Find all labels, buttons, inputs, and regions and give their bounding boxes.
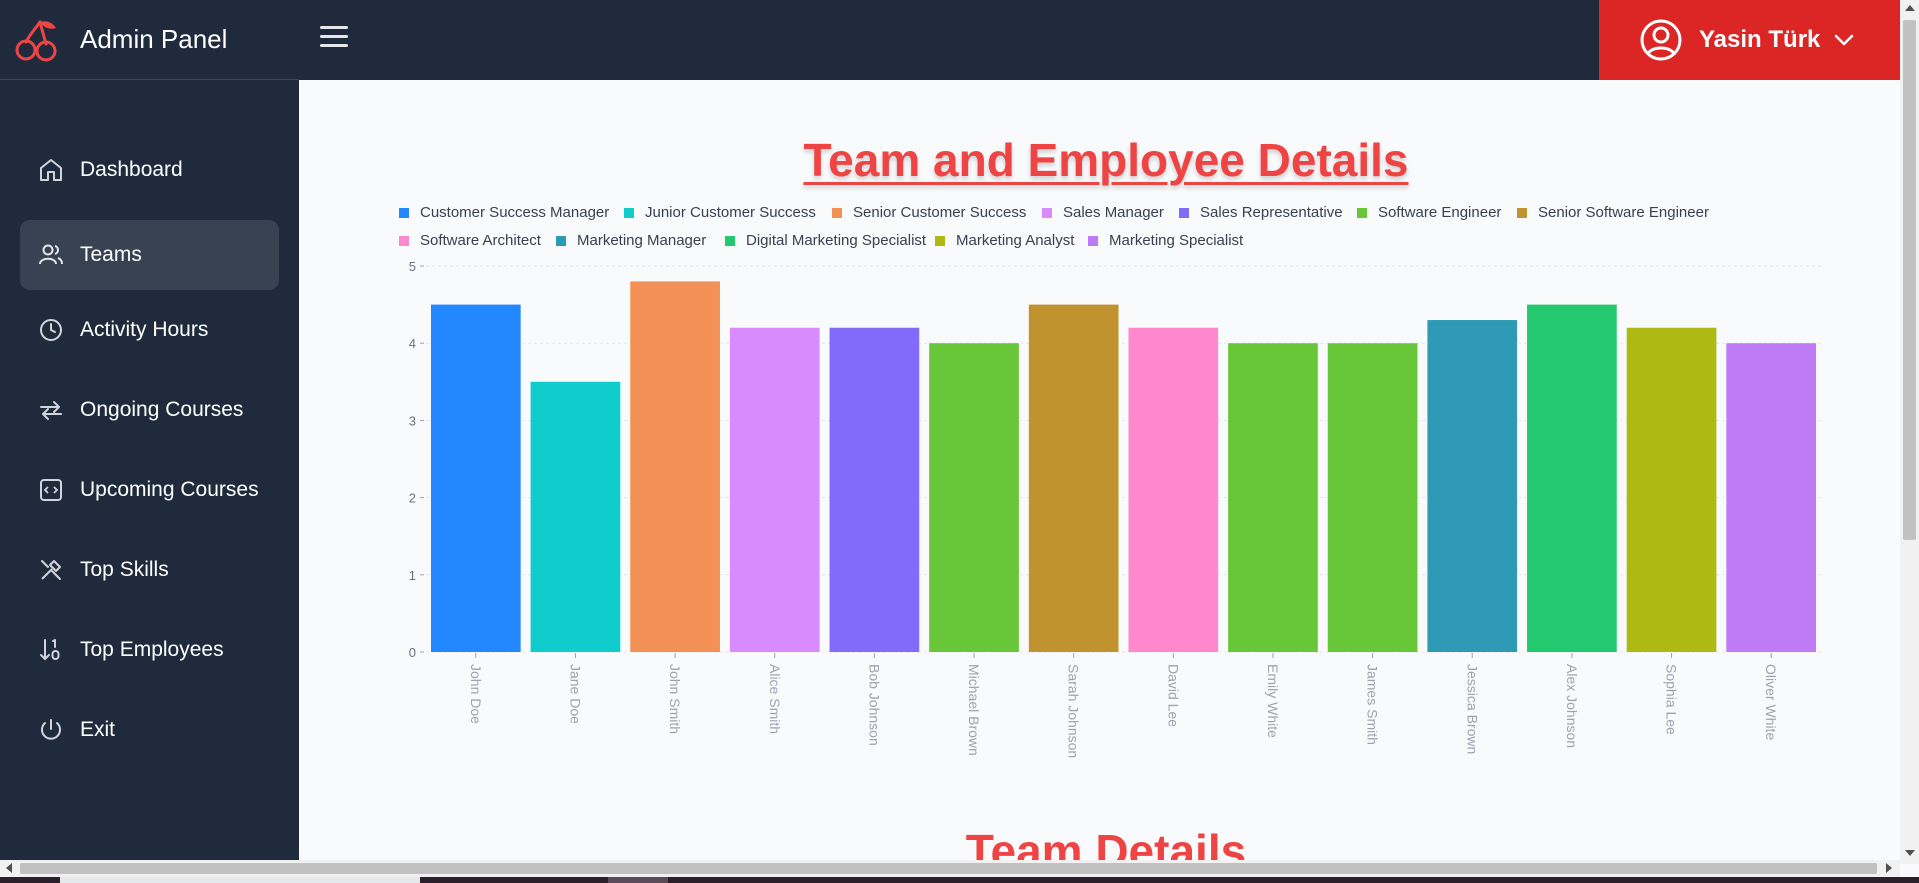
- x-tick-label: Jessica Brown: [1464, 664, 1480, 754]
- x-tick-label: Michael Brown: [966, 664, 982, 756]
- sidebar-item-top-employees[interactable]: Top Employees: [20, 615, 279, 685]
- power-icon: [41, 719, 61, 740]
- users-icon: [39, 244, 63, 265]
- x-tick-label: Sarah Johnson: [1066, 664, 1082, 758]
- sidebar-item-label: Upcoming Courses: [80, 478, 259, 501]
- sidebar-item-label: Ongoing Courses: [80, 398, 244, 421]
- bar[interactable]: [1327, 343, 1418, 652]
- sidebar-item-upcoming-courses[interactable]: Upcoming Courses: [20, 455, 279, 525]
- sidebar-item-label: Activity Hours: [80, 318, 209, 341]
- x-tick-label: Oliver White: [1763, 664, 1779, 740]
- y-tick-label: 0: [409, 645, 416, 660]
- user-menu-button[interactable]: Yasin Türk: [1599, 0, 1900, 80]
- bar[interactable]: [630, 281, 720, 652]
- cherry-icon: [15, 20, 57, 62]
- horizontal-scroll-thumb[interactable]: [20, 863, 1877, 874]
- bar[interactable]: [430, 304, 521, 652]
- bar[interactable]: [1427, 320, 1518, 652]
- taskbar-item: [608, 877, 668, 883]
- home-icon: [40, 159, 62, 181]
- hamburger-icon[interactable]: [320, 26, 350, 52]
- repeat-icon: [40, 401, 62, 420]
- tools-icon: [41, 560, 61, 580]
- bar[interactable]: [729, 327, 820, 652]
- x-tick-label: Jane Doe: [567, 664, 583, 724]
- main-content: Team and Employee Details Customer Succe…: [299, 80, 1900, 870]
- sidebar-item-label: Exit: [80, 718, 116, 741]
- sidebar-item-label: Top Skills: [80, 558, 169, 581]
- sidebar-item-label: Top Employees: [80, 638, 224, 661]
- x-tick-label: Sophia Lee: [1664, 664, 1680, 735]
- bar[interactable]: [530, 381, 621, 652]
- x-tick-label: David Lee: [1165, 664, 1181, 727]
- bar[interactable]: [1626, 327, 1717, 652]
- bar[interactable]: [1527, 304, 1617, 652]
- brand[interactable]: Admin Panel: [0, 0, 299, 80]
- y-tick-label: 1: [409, 568, 416, 583]
- sidebar-item-activity-hours[interactable]: Activity Hours: [20, 295, 279, 365]
- sidebar-item-exit[interactable]: Exit: [20, 695, 279, 765]
- bar[interactable]: [1128, 327, 1219, 652]
- y-tick-label: 4: [409, 336, 416, 351]
- y-tick-label: 3: [409, 413, 416, 428]
- bar-chart: 0 1 2 3 4 5 John Doe Jane Doe John Smith Alice Sm…: [409, 259, 1821, 758]
- bar[interactable]: [1726, 343, 1817, 652]
- scroll-right-icon[interactable]: [1886, 863, 1892, 873]
- sidebar-item-ongoing-courses[interactable]: Ongoing Courses: [20, 375, 279, 445]
- x-tick-label: John Doe: [468, 664, 484, 724]
- scroll-down-icon[interactable]: [1905, 850, 1915, 856]
- user-name: Yasin Türk: [1699, 26, 1821, 53]
- top-navbar: Admin Panel Yasin Türk: [0, 0, 1900, 80]
- sidebar-item-dashboard[interactable]: Dashboard: [20, 135, 279, 205]
- x-tick-label: Alex Johnson: [1564, 664, 1580, 748]
- sidebar-item-teams[interactable]: Teams: [20, 220, 279, 290]
- x-tick-label: Emily White: [1265, 664, 1281, 738]
- chevron-down-icon: [1834, 34, 1854, 46]
- sidebar-item-label: Teams: [80, 243, 142, 266]
- x-tick-label: Alice Smith: [767, 664, 783, 734]
- x-tick-label: Bob Johnson: [866, 664, 882, 746]
- sidebar-item-top-skills[interactable]: Top Skills: [20, 535, 279, 605]
- taskbar-item: [60, 877, 420, 883]
- x-tick-label: James Smith: [1365, 664, 1381, 745]
- app-title: Admin Panel: [80, 24, 228, 54]
- bar[interactable]: [1028, 304, 1119, 652]
- scroll-left-icon[interactable]: [6, 863, 12, 873]
- y-tick-label: 5: [409, 259, 416, 274]
- bar[interactable]: [829, 327, 920, 652]
- y-tick-label: 2: [409, 491, 416, 506]
- code-square-icon: [40, 479, 62, 501]
- user-circle-icon: [1640, 19, 1682, 61]
- vertical-scrollbar[interactable]: [1900, 0, 1919, 864]
- bar[interactable]: [929, 343, 1019, 652]
- scroll-up-icon[interactable]: [1905, 5, 1915, 11]
- sidebar-item-label: Dashboard: [80, 158, 183, 181]
- vertical-scroll-thumb[interactable]: [1903, 20, 1916, 540]
- clock-icon: [40, 319, 62, 341]
- x-tick-label: John Smith: [667, 664, 683, 734]
- horizontal-scrollbar[interactable]: [0, 860, 1900, 877]
- sort-ascending-icon: [40, 639, 60, 661]
- bar[interactable]: [1228, 343, 1318, 652]
- sidebar: Dashboard Teams Activity Hours Ongoing C…: [0, 80, 299, 870]
